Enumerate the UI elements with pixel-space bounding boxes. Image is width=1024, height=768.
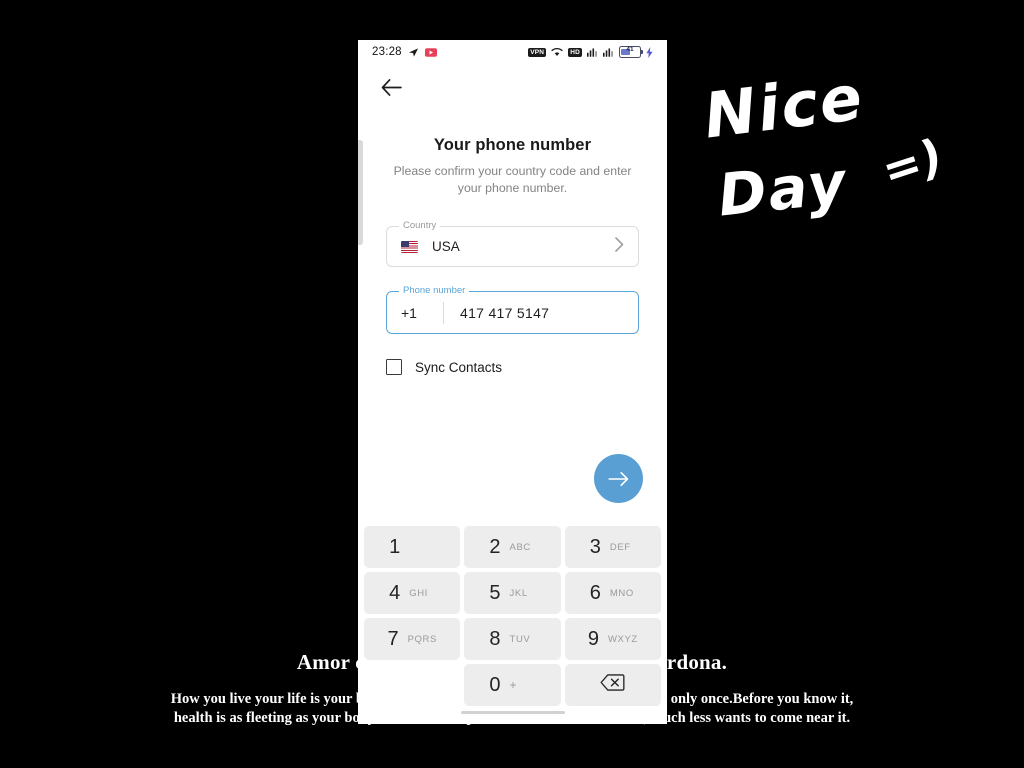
key-letters: JKL [509, 587, 528, 599]
numeric-keypad: 1 2 ABC 3 DEF 4 GHI 5 JKL 6 MNO 7 PQRS 8… [358, 522, 667, 718]
sync-contacts-checkbox[interactable] [386, 359, 402, 375]
key-digit: 9 [587, 627, 599, 650]
vpn-badge: VPN [528, 47, 547, 57]
key-0[interactable]: 0 + [464, 664, 561, 706]
key-letters: TUV [509, 633, 531, 645]
sync-contacts-label: Sync Contacts [415, 359, 503, 375]
gesture-navigation-bar[interactable] [460, 711, 565, 714]
status-bar-right: VPN HD 41 [528, 46, 653, 58]
key-digit: 2 [489, 535, 501, 558]
youtube-icon [424, 47, 437, 57]
key-8[interactable]: 8 TUV [464, 618, 561, 660]
phone-screen: 23:28 VPN HD 41 Your phone number Please… [358, 40, 667, 724]
chevron-right-icon [615, 236, 624, 257]
key-2[interactable]: 2 ABC [464, 526, 561, 568]
phone-number-input[interactable]: 417 417 5147 [444, 305, 549, 321]
keypad-row: 0 + [364, 664, 661, 706]
send-icon [408, 47, 419, 58]
key-letters: DEF [609, 541, 631, 553]
key-digit: 4 [389, 581, 401, 604]
keypad-row: 7 PQRS 8 TUV 9 WXYZ [364, 618, 661, 660]
back-arrow-icon[interactable] [378, 74, 404, 100]
key-digit: 1 [389, 535, 401, 558]
usa-flag-icon [401, 240, 418, 253]
key-digit: 0 [489, 673, 501, 696]
key-plus-symbol: + [509, 678, 517, 692]
key-6[interactable]: 6 MNO [564, 572, 661, 614]
app-bar [358, 64, 667, 110]
status-bar-clock: 23:28 [372, 46, 402, 58]
hd-badge: HD [568, 47, 582, 57]
key-digit: 8 [489, 627, 501, 650]
handwriting-smiley: =) [875, 127, 951, 199]
handwriting-nice: Nice [700, 60, 868, 153]
backspace-icon [600, 674, 625, 696]
key-1[interactable]: 1 [364, 526, 461, 568]
key-digit: 7 [387, 627, 399, 650]
key-letters: ABC [509, 541, 531, 553]
page-subtitle: Please confirm your country code and ent… [393, 164, 632, 195]
phone-number-field[interactable]: Phone number +1 417 417 5147 [386, 285, 639, 334]
key-letters: MNO [609, 587, 634, 599]
key-blank [364, 664, 460, 706]
battery-indicator: 41 [619, 46, 643, 58]
key-3[interactable]: 3 DEF [564, 526, 661, 568]
keypad-row: 1 2 ABC 3 DEF [364, 526, 661, 568]
signal-bars-icon [603, 47, 614, 57]
page-title: Your phone number [433, 136, 592, 154]
key-5[interactable]: 5 JKL [464, 572, 561, 614]
phone-number-field-label: Phone number [399, 285, 470, 296]
key-7[interactable]: 7 PQRS [364, 618, 461, 660]
handwriting-day: Day [714, 148, 851, 230]
key-digit: 3 [589, 535, 601, 558]
keypad-row: 4 GHI 5 JKL 6 MNO [364, 572, 661, 614]
status-bar-left: 23:28 [372, 46, 437, 58]
country-selector[interactable]: Country USA [386, 220, 639, 267]
dial-code-value: +1 [401, 304, 417, 321]
key-letters: WXYZ [607, 633, 638, 645]
status-bar: 23:28 VPN HD 41 [358, 40, 667, 64]
country-field-label: Country [399, 220, 441, 231]
battery-percent: 41 [626, 46, 634, 53]
key-digit: 5 [489, 581, 501, 604]
country-value: USA [432, 239, 460, 254]
key-digit: 6 [589, 581, 601, 604]
bolt-icon [646, 46, 653, 58]
signup-form: Your phone number Please confirm your co… [358, 136, 667, 375]
key-9[interactable]: 9 WXYZ [564, 618, 661, 660]
key-backspace[interactable] [564, 664, 661, 706]
submit-button[interactable] [594, 454, 643, 503]
arrow-right-icon [607, 471, 628, 486]
sync-contacts-checkbox-row[interactable]: Sync Contacts [386, 359, 639, 375]
key-letters: PQRS [407, 633, 437, 645]
key-letters: GHI [409, 587, 428, 599]
wifi-icon [551, 47, 563, 57]
scroll-indicator[interactable] [358, 140, 363, 245]
signal-bars-icon [587, 47, 598, 57]
key-4[interactable]: 4 GHI [364, 572, 461, 614]
